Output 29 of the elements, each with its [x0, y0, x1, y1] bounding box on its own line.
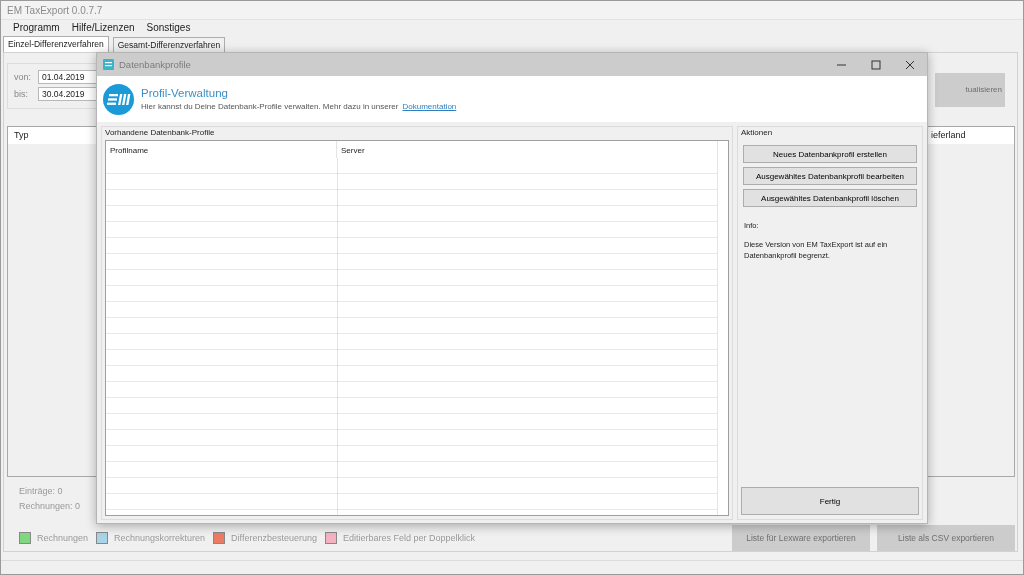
- date-label: von:: [14, 71, 32, 82]
- summary-text: Rechnungen: 0: [19, 500, 81, 511]
- dialog-title: Datenbankprofile: [119, 59, 192, 70]
- tab[interactable]: Gesamt-Differenzverfahren: [112, 36, 226, 52]
- legend-label: Differenzbesteuerung: [231, 532, 317, 543]
- action-button[interactable]: Ausgewähltes Datenbankprofil bearbeiten: [743, 167, 917, 185]
- column-header[interactable]: Typ: [8, 130, 29, 141]
- tab[interactable]: Einzel-Differenzverfahren: [3, 35, 109, 52]
- date-field[interactable]: 30.04.2019: [38, 86, 98, 101]
- done-button[interactable]: Fertig: [741, 487, 919, 515]
- column-header[interactable]: ieferland: [929, 130, 966, 141]
- legend-label: Editierbares Feld per Doppelklick: [343, 532, 476, 543]
- documentation-link[interactable]: Dokumentation: [402, 102, 457, 111]
- menu-item[interactable]: Programm: [7, 22, 66, 34]
- logo-icon: [103, 83, 134, 115]
- action-button[interactable]: Neues Datenbankprofil erstellen: [743, 145, 917, 163]
- group-title: Vorhandene Datenbank-Profile: [105, 127, 216, 139]
- action-button[interactable]: Ausgewähltes Datenbankprofil löschen: [743, 189, 917, 207]
- menu-item[interactable]: Sonstiges: [140, 22, 197, 34]
- summary-text: Einträge: 0: [19, 485, 63, 496]
- group-title: Aktionen: [741, 127, 774, 139]
- legend-label: Rechnungen: [37, 532, 89, 543]
- header-description: Hier kannst du Deine Datenbank-Profile verwalten. Mehr dazu in unserer Dokumentation: [141, 102, 457, 111]
- menu-item[interactable]: Hilfe/Lizenzen: [65, 22, 141, 34]
- app-icon: [103, 59, 114, 70]
- header-title: Profil-Verwaltung: [141, 87, 229, 99]
- date-label: bis:: [14, 88, 29, 99]
- date-field[interactable]: 01.04.2019: [38, 69, 98, 84]
- legend-label: Rechnungskorrekturen: [114, 532, 206, 543]
